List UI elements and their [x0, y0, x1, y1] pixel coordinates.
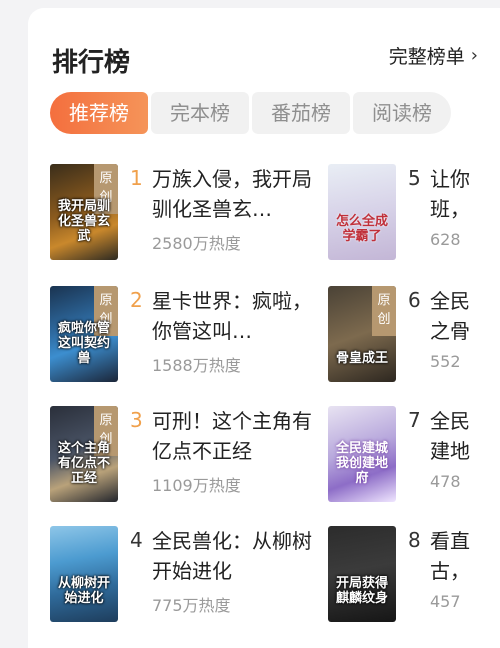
book-cover[interactable]: 原创 这个主角有亿点不正经 — [50, 406, 118, 502]
full-list-label: 完整榜单 — [388, 46, 465, 68]
book-cover[interactable]: 怎么全成学霸了 — [328, 164, 396, 260]
book-cover[interactable]: 原创 疯啦你管这叫契约兽 — [50, 286, 118, 382]
book-cover[interactable]: 原创 我开局驯化圣兽玄武 — [50, 164, 118, 260]
book-heat: 1588万热度 — [152, 356, 241, 375]
book-title: 全民兽化：从柳树开始进化 — [152, 529, 312, 583]
rank-number: 7 — [408, 408, 421, 432]
book-cover[interactable]: 开局获得麒麟纹身 — [328, 526, 396, 622]
rank-number: 6 — [408, 288, 421, 312]
rank-number: 2 — [130, 288, 143, 312]
rank-number: 4 — [130, 528, 143, 552]
book-heat: 1109万热度 — [152, 476, 241, 495]
rank-number: 1 — [130, 166, 143, 190]
book-cover[interactable]: 全民建城我创建地府 — [328, 406, 396, 502]
book-item-4[interactable]: 从柳树开始进化 4 全民兽化：从柳树开始进化 775万热度 — [50, 526, 330, 622]
book-item-2[interactable]: 原创 疯啦你管这叫契约兽 2 星卡世界：疯啦，你管这叫… 1588万热度 — [50, 286, 330, 382]
book-heat: 478 — [430, 472, 461, 491]
ranking-card: 排行榜 完整榜单 › 推荐榜 完本榜 番茄榜 阅读榜 原创 我开局驯化圣兽玄武 … — [28, 8, 500, 648]
cover-title: 全民建城我创建地府 — [335, 441, 388, 486]
book-heat: 552 — [430, 352, 461, 371]
book-heat: 457 — [430, 592, 461, 611]
cover-title: 我开局驯化圣兽玄武 — [57, 199, 110, 244]
cover-title: 怎么全成学霸了 — [335, 214, 388, 244]
ranking-tabs: 推荐榜 完本榜 番茄榜 阅读榜 — [50, 92, 454, 134]
tab-tomato[interactable]: 番茄榜 — [252, 92, 350, 134]
full-list-link[interactable]: 完整榜单 › — [389, 42, 478, 69]
cover-title: 这个主角有亿点不正经 — [57, 441, 110, 486]
cover-title: 骨皇成王 — [335, 351, 388, 366]
book-item-5[interactable]: 怎么全成学霸了 5 让你班， 628 — [328, 164, 500, 260]
tab-reading[interactable]: 阅读榜 — [353, 92, 451, 134]
tab-completed[interactable]: 完本榜 — [151, 92, 249, 134]
book-item-6[interactable]: 原创 骨皇成王 6 全民之骨 552 — [328, 286, 500, 382]
book-cover[interactable]: 从柳树开始进化 — [50, 526, 118, 622]
book-heat: 628 — [430, 230, 461, 249]
book-cover[interactable]: 原创 骨皇成王 — [328, 286, 396, 382]
rank-number: 3 — [130, 408, 143, 432]
rank-number: 5 — [408, 166, 421, 190]
book-item-8[interactable]: 开局获得麒麟纹身 8 看直古， 457 — [328, 526, 500, 622]
book-title: 让你班， — [430, 167, 470, 221]
cover-title: 疯啦你管这叫契约兽 — [57, 321, 110, 366]
book-title: 全民之骨 — [430, 289, 470, 343]
chevron-right-icon: › — [470, 45, 478, 66]
book-heat: 775万热度 — [152, 596, 231, 615]
book-title: 可刑！这个主角有亿点不正经 — [152, 409, 312, 463]
book-title: 看直古， — [430, 529, 470, 583]
book-item-1[interactable]: 原创 我开局驯化圣兽玄武 1 万族入侵，我开局驯化圣兽玄… 2580万热度 — [50, 164, 330, 260]
rank-number: 8 — [408, 528, 421, 552]
book-title: 万族入侵，我开局驯化圣兽玄… — [152, 167, 312, 221]
book-item-7[interactable]: 全民建城我创建地府 7 全民建地 478 — [328, 406, 500, 502]
cover-title: 开局获得麒麟纹身 — [335, 576, 388, 606]
book-item-3[interactable]: 原创 这个主角有亿点不正经 3 可刑！这个主角有亿点不正经 1109万热度 — [50, 406, 330, 502]
book-heat: 2580万热度 — [152, 234, 241, 253]
original-badge: 原创 — [372, 286, 396, 336]
cover-title: 从柳树开始进化 — [57, 576, 110, 606]
book-title: 星卡世界：疯啦，你管这叫… — [152, 289, 312, 343]
book-title: 全民建地 — [430, 409, 470, 463]
tab-recommended[interactable]: 推荐榜 — [50, 92, 148, 134]
page-title: 排行榜 — [52, 48, 131, 78]
